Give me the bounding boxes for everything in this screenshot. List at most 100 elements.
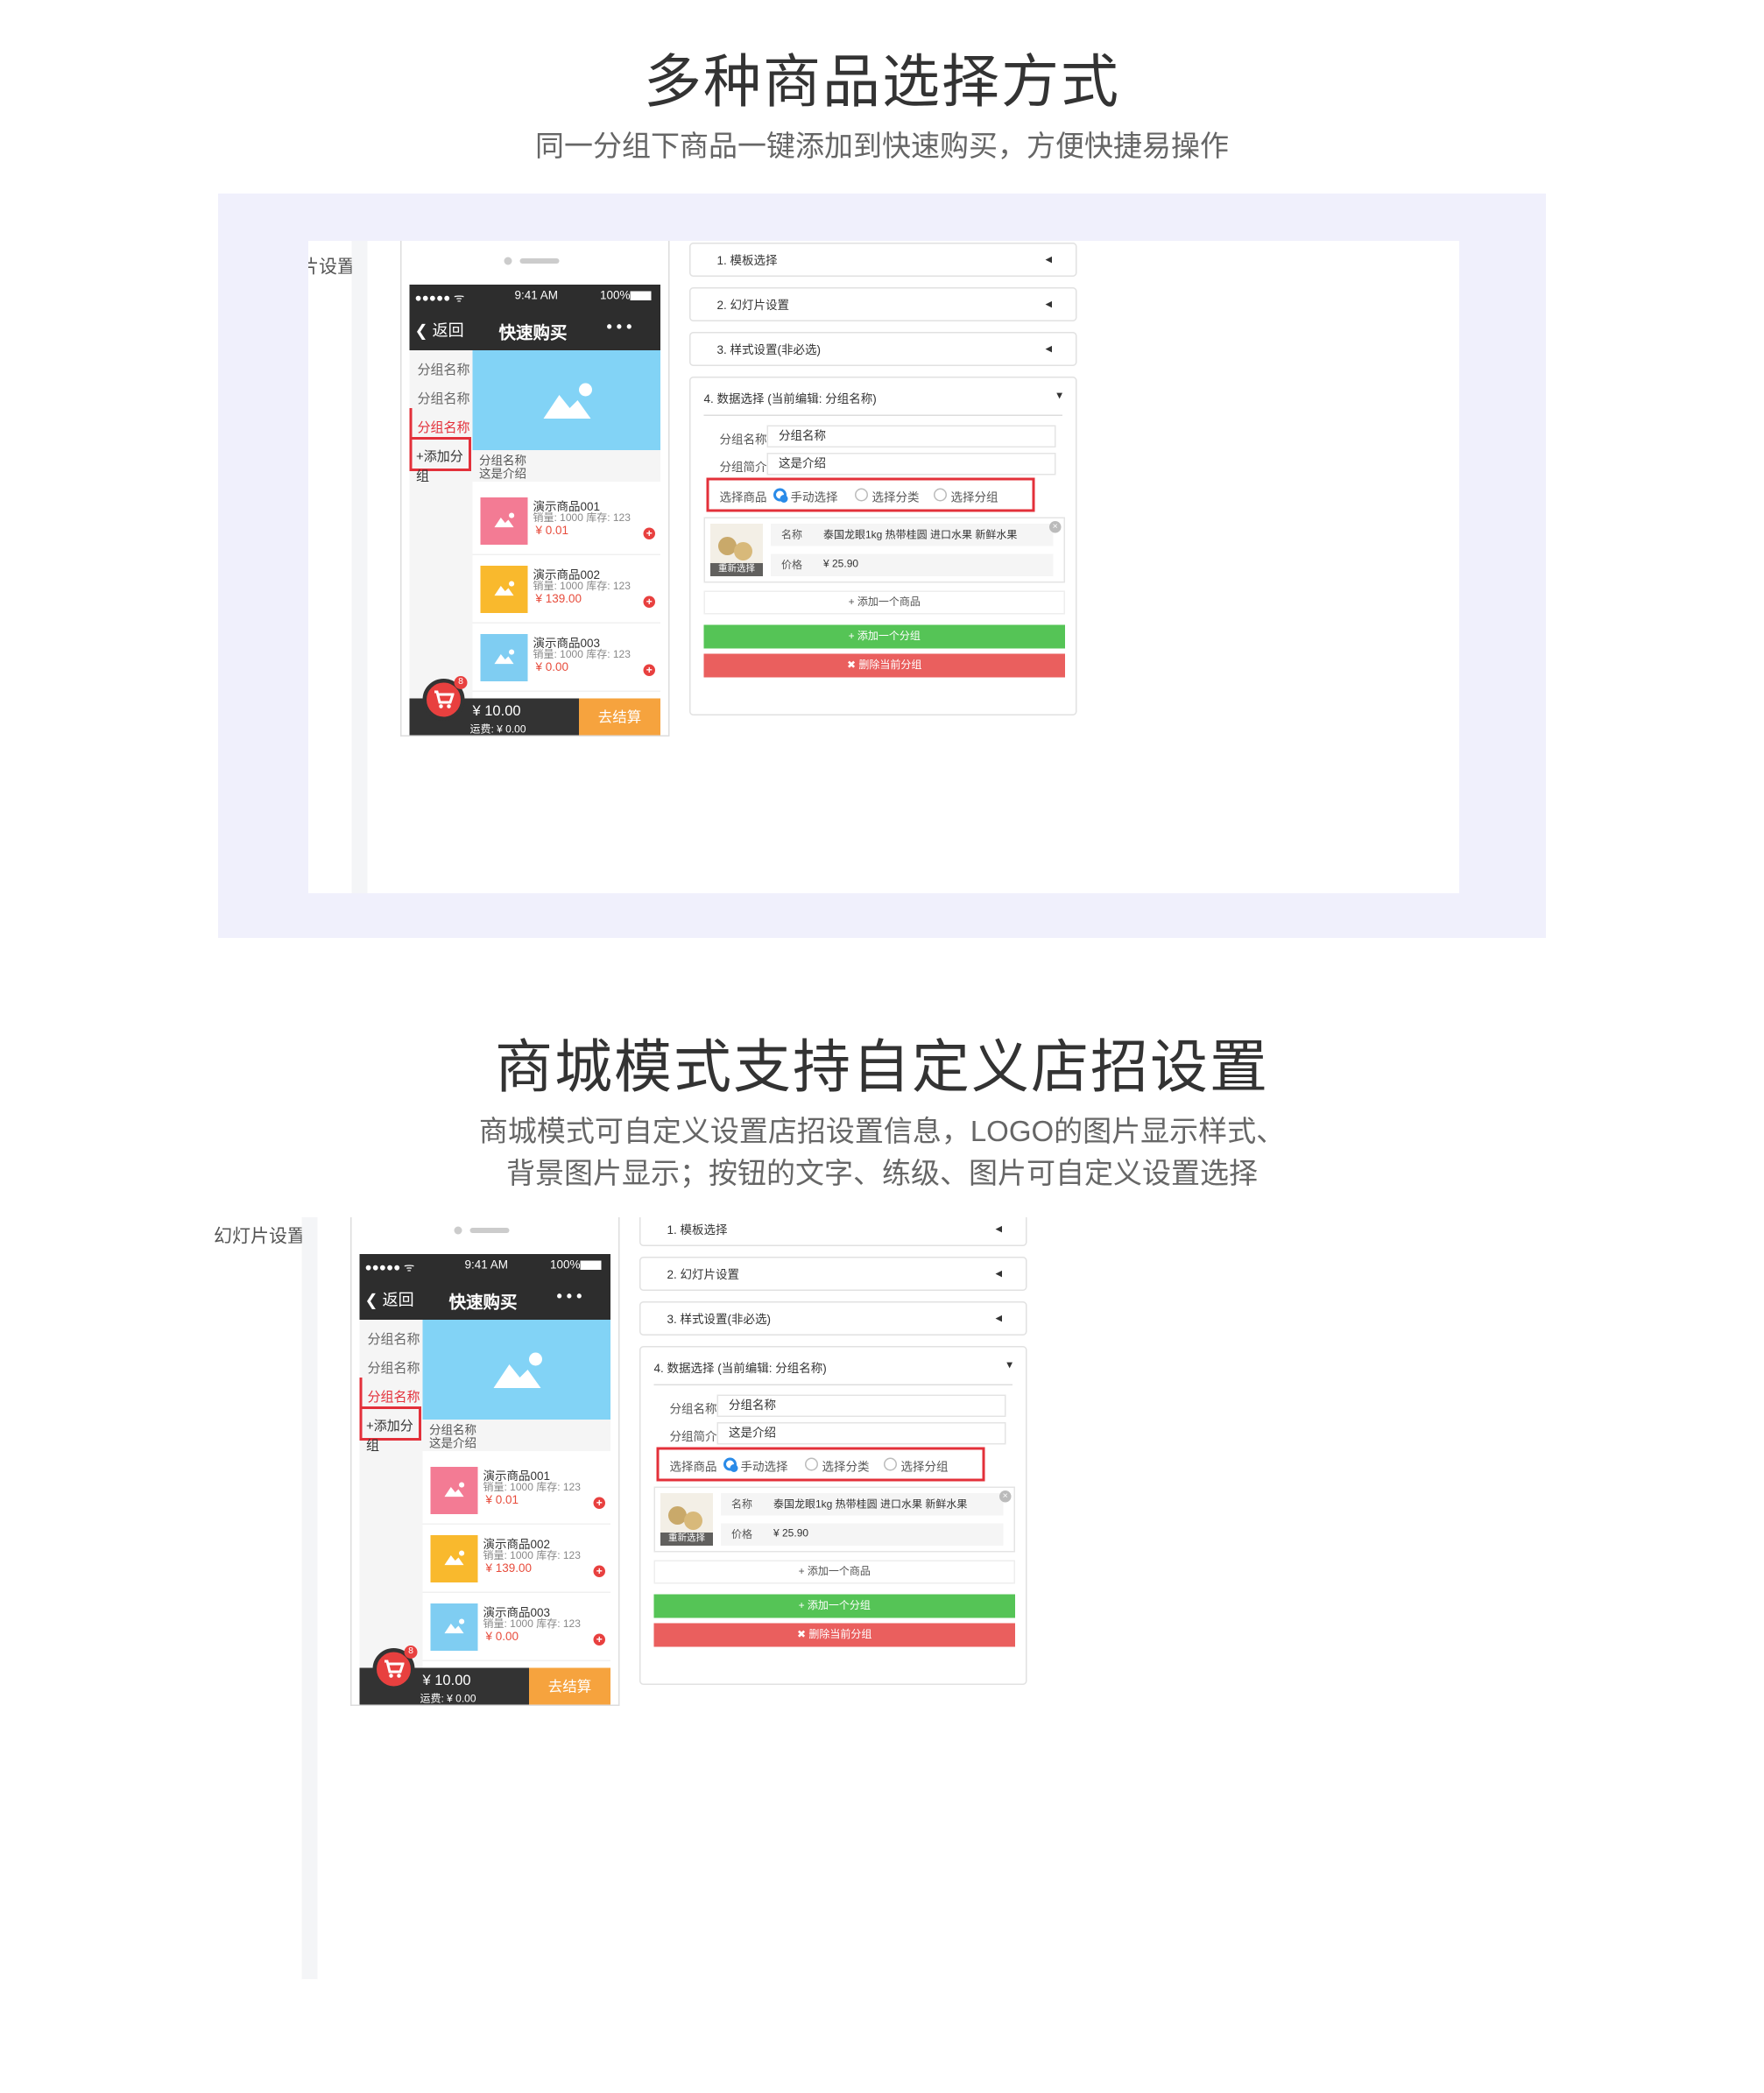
product-thumb: [480, 566, 528, 613]
active-indicator: [409, 408, 413, 437]
sidebar-divider: [351, 241, 368, 893]
add-to-cart-icon[interactable]: +: [643, 595, 655, 608]
image-placeholder-icon: [444, 1482, 465, 1498]
screenshot-2: 幻灯片设置 ●●●●● ᯤ 9:41 AM 100% ❮ 返回 快速购买 • •…: [193, 1217, 1419, 1979]
product-row[interactable]: 演示商品003 销量: 1000 库存: 123 ¥ 0.00 +: [422, 1596, 610, 1661]
phone-screen: ●●●●● ᯤ 9:41 AM 100% ❮ 返回 快速购买 • • • 分组名…: [409, 285, 660, 736]
camera-dot: [454, 1226, 462, 1235]
sidebar: 幻灯片设置: [308, 241, 356, 893]
product-thumb: [480, 634, 528, 681]
group-banner: [422, 1320, 610, 1420]
section2-subtitle-line2: 背景图片显示；按钮的文字、练级、图片可自定义设置选择: [506, 1157, 1258, 1189]
panel-data: 4. 数据选择 (当前编辑: 分组名称) ▾ 分组名称 分组名称 分组简介 这是…: [639, 1346, 1027, 1685]
group-item[interactable]: 分组名称: [418, 387, 470, 407]
delete-group-button[interactable]: ✖ 删除当前分组: [703, 653, 1065, 678]
product-row[interactable]: 演示商品002 销量: 1000 库存: 123 ¥ 139.00 +: [472, 558, 660, 624]
radio-group[interactable]: [884, 1457, 897, 1471]
phone-preview: ●●●●● ᯤ 9:41 AM 100% ❮ 返回 快速购买 • • • 分组名…: [350, 1217, 620, 1706]
back-button[interactable]: ❮ 返回: [365, 1288, 414, 1311]
product-price: ¥ 0.01: [485, 1493, 519, 1506]
signal-icon: ●●●●● ᯤ: [414, 291, 465, 305]
add-to-cart-icon[interactable]: +: [593, 1633, 605, 1646]
panel-slides[interactable]: 2. 幻灯片设置 ◂: [639, 1257, 1027, 1291]
add-to-cart-icon[interactable]: +: [643, 527, 655, 539]
product-name-row: 名称 泰国龙眼1kg 热带桂圆 进口水果 新鲜水果: [721, 1493, 1004, 1516]
product-row[interactable]: 演示商品003 销量: 1000 库存: 123 ¥ 0.00 +: [472, 626, 660, 692]
sidebar-title: 幻灯片设置: [214, 1225, 306, 1246]
add-product-button[interactable]: + 添加一个商品: [653, 1560, 1015, 1584]
panel-data-title[interactable]: 4. 数据选择 (当前编辑: 分组名称): [654, 1359, 827, 1377]
product-row[interactable]: 演示商品001 销量: 1000 库存: 123 ¥ 0.01 +: [472, 490, 660, 555]
panel-data-title[interactable]: 4. 数据选择 (当前编辑: 分组名称): [704, 390, 877, 407]
product-thumb: [480, 497, 528, 545]
product-row[interactable]: 演示商品001 销量: 1000 库存: 123 ¥ 0.01 +: [422, 1459, 610, 1525]
cart-badge: 8: [454, 676, 468, 689]
group-intro-label: 分组简介: [669, 1430, 717, 1443]
group-info: 分组名称 这是介绍: [472, 450, 660, 482]
radio-category[interactable]: [805, 1457, 818, 1471]
remove-product-icon[interactable]: ×: [999, 1490, 1012, 1503]
product-card: 重新选择 名称 泰国龙眼1kg 热带桂圆 进口水果 新鲜水果 价格 ¥ 25.9…: [703, 517, 1065, 583]
add-group-green-button[interactable]: + 添加一个分组: [703, 624, 1065, 649]
caret-left-icon: ◂: [995, 1311, 1002, 1326]
add-group-button[interactable]: +添加分组: [366, 1414, 423, 1454]
group-item-active[interactable]: 分组名称: [418, 416, 470, 436]
battery-text: 100%: [550, 1258, 581, 1272]
radio-manual[interactable]: [723, 1457, 738, 1472]
group-item-active[interactable]: 分组名称: [368, 1385, 420, 1406]
group-intro-input[interactable]: 这是介绍: [716, 1422, 1006, 1445]
product-price: ¥ 0.00: [485, 1630, 519, 1643]
active-indicator: [359, 1378, 363, 1406]
sidebar: 幻灯片设置: [206, 1217, 306, 1979]
nav-title: 快速购买: [448, 1292, 518, 1313]
product-price: ¥ 139.00: [535, 592, 582, 605]
radio-manual[interactable]: [773, 488, 788, 503]
panel-template[interactable]: 1. 模板选择 ◂: [639, 1217, 1027, 1246]
group-banner: [472, 350, 660, 450]
image-placeholder-icon: [444, 1618, 465, 1634]
add-product-button[interactable]: + 添加一个商品: [703, 590, 1065, 615]
speaker: [519, 258, 560, 264]
caret-down-icon: ▾: [1056, 388, 1062, 402]
group-intro-label: 分组简介: [719, 461, 767, 474]
reselect-button[interactable]: 重新选择: [660, 1533, 713, 1546]
fruit-shape: [734, 542, 752, 560]
product-name-row: 名称 泰国龙眼1kg 热带桂圆 进口水果 新鲜水果: [771, 524, 1054, 546]
more-icon[interactable]: • • •: [607, 318, 632, 336]
remove-product-icon[interactable]: ×: [1049, 521, 1062, 533]
image-placeholder-icon: [543, 383, 592, 419]
product-row[interactable]: 演示商品002 销量: 1000 库存: 123 ¥ 139.00 +: [422, 1527, 610, 1593]
panel-slides[interactable]: 2. 幻灯片设置 ◂: [689, 287, 1077, 321]
group-item[interactable]: 分组名称: [368, 1357, 420, 1377]
settings-panel: 1. 模板选择 ◂ 2. 幻灯片设置 ◂ 3. 样式设置(非必选) ◂ 4. 数据选择…: [639, 1217, 1034, 1719]
add-to-cart-icon[interactable]: +: [643, 664, 655, 676]
panel-style[interactable]: 3. 样式设置(非必选) ◂: [689, 332, 1077, 366]
add-group-green-button[interactable]: + 添加一个分组: [653, 1594, 1015, 1618]
product-thumb: [430, 1603, 478, 1651]
group-item[interactable]: 分组名称: [368, 1328, 420, 1348]
panel-template[interactable]: 1. 模板选择 ◂: [689, 243, 1077, 277]
add-to-cart-icon[interactable]: +: [593, 1497, 605, 1509]
group-name-input[interactable]: 分组名称: [766, 425, 1056, 447]
more-icon[interactable]: • • •: [557, 1287, 582, 1306]
chevron-left-icon: ❮: [364, 1291, 378, 1309]
panel-style[interactable]: 3. 样式设置(非必选) ◂: [639, 1301, 1027, 1335]
product-name-value: 泰国龙眼1kg 热带桂圆 进口水果 新鲜水果: [823, 529, 1018, 541]
caret-left-icon: ◂: [995, 1222, 1002, 1237]
back-button[interactable]: ❮ 返回: [415, 319, 464, 342]
group-intro-input[interactable]: 这是介绍: [766, 453, 1056, 476]
camera-dot: [504, 257, 512, 265]
checkout-button[interactable]: 去结算: [579, 698, 660, 736]
group-item[interactable]: 分组名称: [418, 358, 470, 378]
checkout-button[interactable]: 去结算: [529, 1667, 610, 1705]
group-name-input[interactable]: 分组名称: [716, 1394, 1006, 1417]
add-to-cart-icon[interactable]: +: [593, 1565, 605, 1577]
add-group-button[interactable]: +添加分组: [416, 445, 473, 484]
radio-category[interactable]: [855, 488, 868, 502]
reselect-button[interactable]: 重新选择: [710, 563, 763, 576]
delete-group-button[interactable]: ✖ 删除当前分组: [653, 1623, 1015, 1647]
radio-group[interactable]: [934, 488, 947, 502]
group-info: 分组名称 这是介绍: [422, 1420, 610, 1451]
chevron-left-icon: ❮: [414, 321, 428, 340]
editor-2: 幻灯片设置 ●●●●● ᯤ 9:41 AM 100% ❮ 返回 快速购买 • •…: [206, 1217, 1419, 1979]
